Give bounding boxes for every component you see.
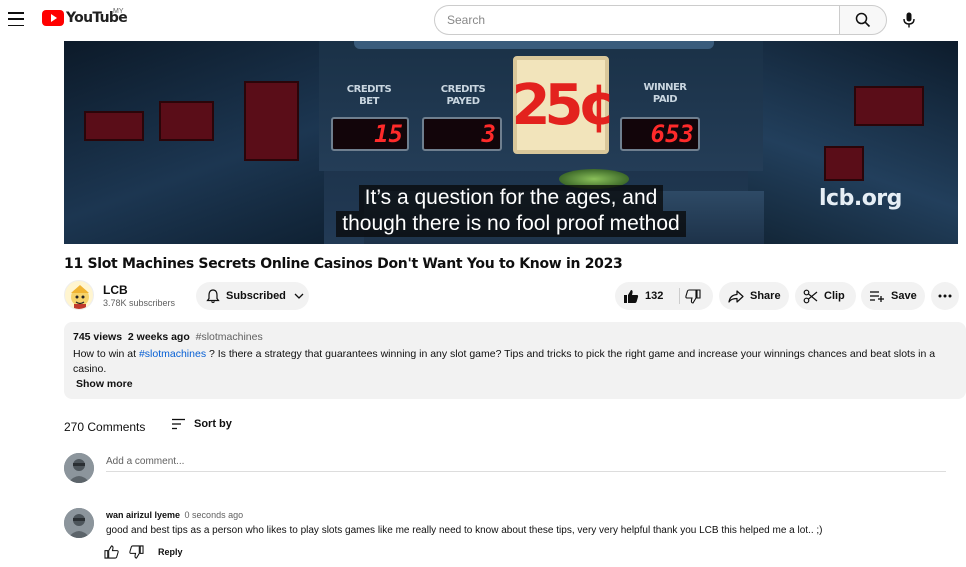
save-label: Save: [891, 290, 917, 302]
video-scene-element: [824, 146, 864, 181]
scissors-icon: [803, 289, 818, 303]
show-more-button[interactable]: Show more: [73, 378, 133, 390]
clip-button[interactable]: Clip: [795, 282, 856, 310]
caption-line-1: It’s a question for the ages, and: [358, 185, 664, 211]
credits-bet-display: 15: [331, 117, 409, 151]
video-scene-element: [84, 111, 144, 141]
video-watermark: lcb.org: [819, 186, 902, 211]
upload-date: 2 weeks ago: [127, 331, 190, 343]
bell-icon: [206, 288, 220, 303]
caption-line-2: though there is no fool proof method: [336, 211, 686, 237]
like-divider: [679, 288, 680, 304]
avatar-image-icon: [64, 508, 94, 538]
like-icon[interactable]: [623, 289, 639, 304]
more-actions-button[interactable]: [931, 282, 959, 310]
subscriber-count: 3.78K subscribers: [103, 298, 176, 308]
comment-text: good and best tips as a person who likes…: [106, 525, 823, 536]
video-scene-element: [244, 81, 299, 161]
share-button[interactable]: Share: [719, 282, 789, 310]
chevron-down-icon: [294, 293, 304, 299]
description-line-2: casino.: [73, 363, 107, 375]
video-scene-element: [854, 86, 924, 126]
reply-button[interactable]: Reply: [158, 547, 183, 557]
winner-paid-label: WINNER PAID: [643, 82, 687, 105]
video-scene-right: [748, 41, 958, 244]
comment-like-icon[interactable]: [104, 545, 119, 559]
description-meta: 745 views 2 weeks ago #slotmachines: [73, 331, 957, 343]
comment-author[interactable]: wan airizul lyeme 0 seconds ago: [106, 510, 243, 520]
menu-icon[interactable]: [8, 12, 24, 26]
sort-by-button[interactable]: Sort by: [171, 418, 232, 430]
share-icon: [728, 289, 744, 303]
video-scene-element: [159, 101, 214, 141]
price-display: 25¢: [512, 56, 616, 154]
description-text: How to win at #slotmachines ? Is there a…: [73, 347, 957, 377]
comment-author-name[interactable]: wan airizul lyeme: [106, 510, 180, 520]
like-dislike-group: 132: [615, 282, 713, 310]
subscribed-label: Subscribed: [226, 290, 286, 302]
credits-payed-display: 3: [422, 117, 502, 151]
sort-icon: [172, 418, 185, 430]
add-to-playlist-icon: [870, 291, 884, 302]
sort-by-label: Sort by: [194, 418, 232, 430]
view-count: 745 views: [73, 331, 123, 343]
more-horizontal-icon: [938, 294, 952, 298]
description-box[interactable]: 745 views 2 weeks ago #slotmachines How …: [64, 322, 966, 399]
slot-panel-top: [354, 41, 714, 49]
video-player[interactable]: CREDITS BET CREDITS PAYED WINNER PAID 15…: [64, 41, 958, 244]
winner-paid-display: 653: [620, 117, 700, 151]
avatar-image-icon: [64, 453, 94, 483]
add-comment-input[interactable]: Add a comment...: [106, 456, 946, 472]
credits-bet-label: CREDITS BET: [346, 84, 392, 107]
description-rest: ? Is there a strategy that guarantees wi…: [206, 348, 936, 360]
video-title: 11 Slot Machines Secrets Online Casinos …: [64, 256, 623, 272]
youtube-play-icon: [42, 10, 64, 26]
lcb-mascot-icon: [71, 285, 89, 309]
share-label: Share: [750, 290, 781, 302]
description-prefix: How to win at: [73, 348, 139, 360]
video-captions: It’s a question for the ages, and though…: [323, 185, 699, 237]
voice-search-button[interactable]: [899, 10, 919, 30]
description-hashtag-link[interactable]: #slotmachines: [139, 348, 206, 360]
mic-icon: [903, 12, 915, 28]
comment-count: 270 Comments: [64, 420, 146, 434]
search-icon: [855, 12, 871, 28]
save-button[interactable]: Save: [861, 282, 925, 310]
commenter-avatar[interactable]: [64, 508, 94, 538]
clip-label: Clip: [824, 290, 845, 302]
comment-actions: Reply: [104, 545, 183, 559]
region-code: MY: [113, 8, 124, 15]
subscribed-button[interactable]: Subscribed: [196, 282, 309, 310]
masthead: YouTube MY Search: [0, 0, 966, 40]
search-button[interactable]: [839, 5, 887, 35]
user-avatar: [64, 453, 94, 483]
channel-name[interactable]: LCB: [103, 283, 128, 297]
channel-avatar[interactable]: [64, 280, 94, 310]
search-input[interactable]: Search: [434, 5, 840, 35]
comment-dislike-icon[interactable]: [129, 545, 144, 559]
dislike-icon[interactable]: [685, 288, 701, 304]
hashtag-link[interactable]: #slotmachines: [196, 331, 263, 343]
like-count: 132: [645, 290, 664, 302]
comment-time[interactable]: 0 seconds ago: [185, 510, 244, 520]
credits-payed-label: CREDITS PAYED: [440, 84, 486, 107]
